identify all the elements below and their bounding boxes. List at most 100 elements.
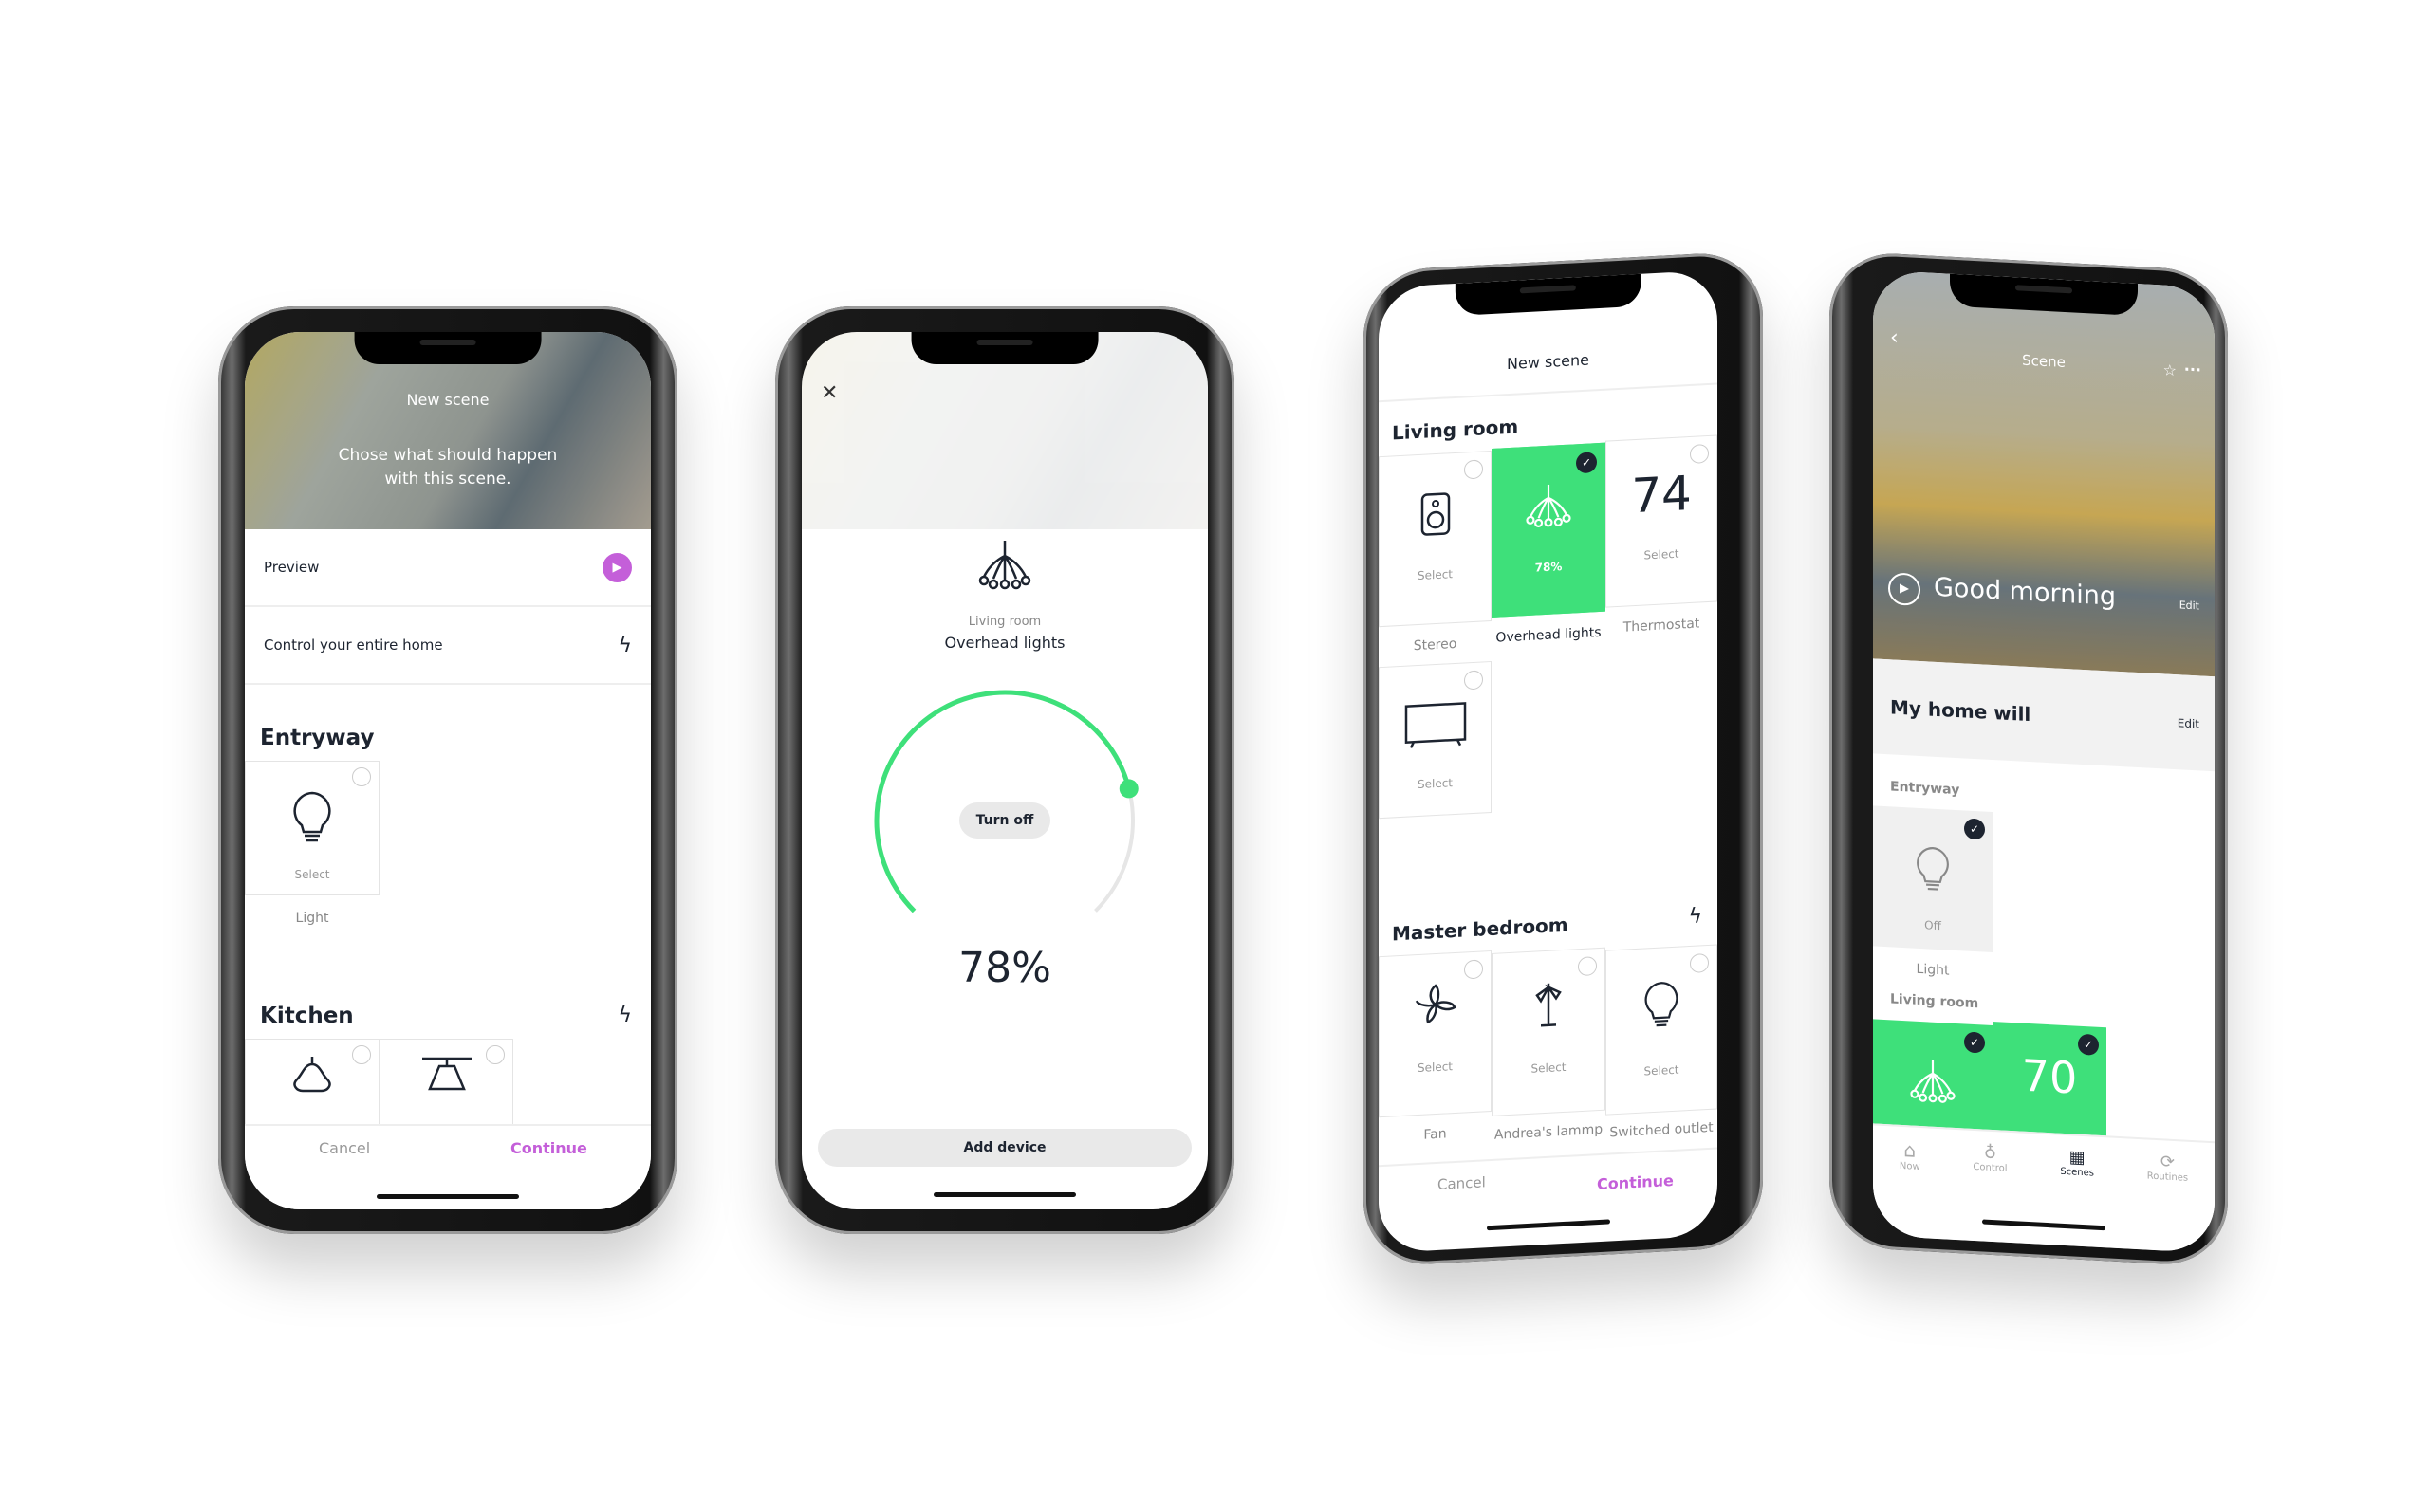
- preview-row[interactable]: Preview ▶: [245, 529, 651, 607]
- room-title-living-room: Living room: [1890, 991, 1979, 1012]
- device-name: Thermostat: [1622, 616, 1700, 636]
- preview-label: Preview: [264, 559, 320, 576]
- lightning-icon[interactable]: ϟ: [618, 1004, 632, 1027]
- tab-now[interactable]: ⌂ Now: [1900, 1138, 1920, 1238]
- tab-label: Control: [1973, 1161, 2008, 1174]
- home-indicator: [377, 1194, 519, 1199]
- screen-title: New scene: [1379, 343, 1717, 403]
- device-status: Select: [1643, 546, 1679, 562]
- device-status: Select: [1417, 567, 1454, 583]
- phone-scene-detail: ‹ Scene ☆ ··· ▶ Good morning Edit My hom…: [1829, 249, 2228, 1268]
- play-button[interactable]: ▶: [603, 552, 632, 582]
- star-icon[interactable]: ☆: [2163, 360, 2177, 379]
- refresh-icon: ⟳: [2160, 1152, 2175, 1173]
- checked-icon[interactable]: ✓: [1964, 818, 1985, 840]
- chandelier-icon: [1910, 1060, 1956, 1103]
- device-tile-light[interactable]: Select: [245, 761, 380, 895]
- edit-section-button[interactable]: Edit: [2178, 716, 2199, 730]
- thermostat-value: 70: [2021, 1049, 2078, 1104]
- device-tile-tv[interactable]: Select: [1379, 660, 1492, 820]
- select-radio[interactable]: [1690, 952, 1709, 974]
- select-radio[interactable]: [1690, 443, 1709, 465]
- fan-icon: [1415, 984, 1456, 1024]
- continue-button[interactable]: Continue: [510, 1139, 587, 1157]
- more-icon[interactable]: ···: [2184, 360, 2201, 379]
- checked-icon[interactable]: ✓: [1576, 452, 1597, 474]
- device-tile-light[interactable]: ✓ Off: [1873, 805, 1993, 953]
- select-radio[interactable]: [1464, 670, 1483, 691]
- select-radio[interactable]: [352, 767, 371, 786]
- section-title-living-room: Living room: [1392, 415, 1519, 445]
- select-radio[interactable]: [486, 1045, 505, 1064]
- select-radio[interactable]: [352, 1045, 371, 1064]
- ceiling-lamp-icon: [421, 1057, 472, 1091]
- phone-device-control: ✕ Living room Overhead lights Turn off 7…: [775, 306, 1234, 1234]
- device-tile-floor-lamp[interactable]: Select: [1492, 947, 1605, 1116]
- device-label: Overhead lights: [944, 634, 1066, 652]
- select-radio[interactable]: [1464, 959, 1483, 980]
- device-name: Fan: [1423, 1126, 1447, 1143]
- device-tile-thermostat[interactable]: 74 Select: [1605, 434, 1717, 608]
- thermostat-value: 74: [1631, 465, 1692, 525]
- device-name: Andrea's lammp: [1493, 1121, 1604, 1143]
- screen: New scene Living room Select ✓ 78% 74 Se…: [1379, 269, 1717, 1254]
- device-name: Switched outlet: [1609, 1119, 1714, 1141]
- select-radio[interactable]: [1464, 459, 1483, 480]
- screen: ✕ Living room Overhead lights Turn off 7…: [802, 332, 1208, 1209]
- phone-new-scene-living-room: New scene Living room Select ✓ 78% 74 Se…: [1363, 249, 1763, 1268]
- device-name: Overhead lights: [1495, 624, 1602, 646]
- header-subtitle: Chose what should happen with this scene…: [338, 446, 558, 489]
- my-home-will-band: My home will Edit: [1873, 658, 2215, 772]
- device-name: Light: [1916, 961, 1950, 979]
- room-label: Living room: [968, 615, 1042, 629]
- room-title-entryway: Entryway: [1890, 779, 1960, 799]
- home-indicator: [1486, 1219, 1610, 1231]
- bottom-bar: Cancel Continue: [245, 1124, 651, 1209]
- device-tile-overhead-lights[interactable]: ✓ 78%: [1492, 442, 1605, 618]
- scene-header-image: [1873, 269, 2215, 677]
- notch: [1455, 273, 1641, 316]
- tab-scenes[interactable]: ▦ Scenes: [2060, 1147, 2094, 1247]
- chandelier-icon: [1526, 484, 1571, 527]
- notch: [354, 332, 542, 364]
- lightning-icon[interactable]: ϟ: [1688, 904, 1702, 929]
- device-tile-overhead-lights[interactable]: ✓: [1873, 1019, 1993, 1140]
- edit-scene-button[interactable]: Edit: [2179, 599, 2199, 612]
- lightbulb-icon: [1644, 982, 1678, 1027]
- chandelier-icon: [978, 541, 1031, 590]
- section-title-entryway: Entryway: [260, 726, 375, 750]
- tab-routines[interactable]: ⟳ Routines: [2147, 1152, 2188, 1252]
- lightning-icon[interactable]: ϟ: [618, 634, 632, 657]
- device-tile-switched-outlet[interactable]: Select: [1605, 944, 1717, 1116]
- select-radio[interactable]: [1578, 956, 1597, 977]
- device-name: Stereo: [1413, 636, 1457, 655]
- control-label: Control your entire home: [264, 636, 443, 654]
- tab-bar: ⌂ Now ♁ Control ▦ Scenes ⟳ Routines: [1873, 1123, 2215, 1254]
- device-tile-thermostat[interactable]: ✓ 70: [1993, 1022, 2106, 1142]
- tab-label: Scenes: [2060, 1166, 2095, 1179]
- cancel-button[interactable]: Cancel: [1437, 1173, 1486, 1193]
- tab-label: Now: [1899, 1160, 1920, 1173]
- section-title-master-bedroom: Master bedroom: [1392, 913, 1568, 946]
- grid-icon: ▦: [2068, 1147, 2086, 1169]
- device-tile-fan[interactable]: Select: [1379, 950, 1492, 1118]
- phone-new-scene: New scene Chose what should happen with …: [218, 306, 677, 1234]
- lightbulb-icon: [1917, 847, 1949, 891]
- cancel-button[interactable]: Cancel: [319, 1139, 370, 1157]
- continue-button[interactable]: Continue: [1597, 1171, 1674, 1193]
- control-entire-home-row[interactable]: Control your entire home ϟ: [245, 607, 651, 685]
- close-icon[interactable]: ✕: [821, 381, 838, 405]
- speaker-icon: [1420, 492, 1450, 536]
- tv-icon: [1404, 702, 1466, 748]
- device-name: Light: [295, 911, 329, 926]
- section-title-kitchen: Kitchen: [260, 1004, 354, 1028]
- turn-off-button[interactable]: Turn off: [959, 802, 1050, 839]
- add-device-button[interactable]: Add device: [818, 1129, 1192, 1167]
- tab-control[interactable]: ♁ Control: [1973, 1142, 2007, 1243]
- device-status: Select: [1417, 1060, 1454, 1076]
- device-level: 78%: [1534, 560, 1563, 575]
- device-tile-stereo[interactable]: Select: [1379, 450, 1492, 628]
- notch: [911, 332, 1099, 364]
- checked-icon[interactable]: ✓: [1964, 1031, 1985, 1054]
- home-indicator: [934, 1192, 1076, 1197]
